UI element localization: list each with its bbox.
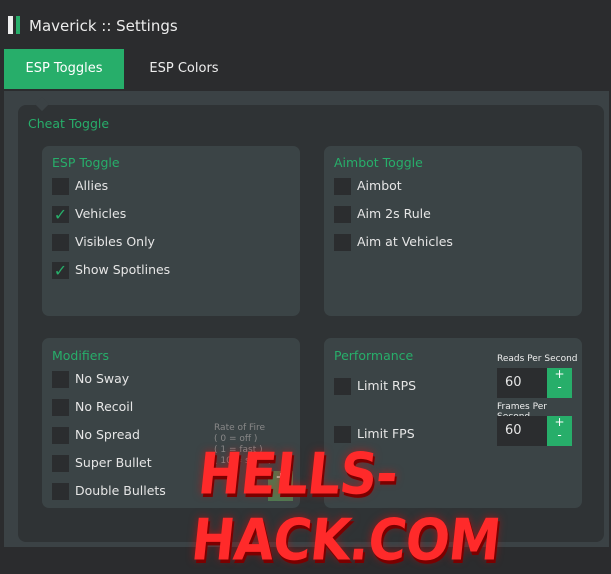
checkbox-no-spread[interactable]: No Spread — [52, 427, 140, 444]
check-icon[interactable]: ✓ — [52, 262, 69, 279]
checkbox-box[interactable] — [52, 371, 69, 388]
checkbox-label: Vehicles — [75, 206, 127, 221]
rate-of-fire-label: Rate of Fire — [214, 423, 266, 433]
group-title: Aimbot Toggle — [334, 155, 423, 170]
checkbox-label: Super Bullet — [75, 455, 152, 470]
checkbox-limit-fps[interactable]: Limit FPS — [334, 426, 415, 443]
group-title: Performance — [334, 348, 414, 363]
reads-per-second-input[interactable]: 60 — [497, 368, 547, 398]
logo-bar-green — [16, 16, 20, 34]
minus-icon[interactable]: - — [547, 381, 572, 394]
checkbox-box[interactable] — [334, 178, 351, 195]
checkbox-label: Show Spotlines — [75, 262, 171, 277]
checkbox-label: Limit RPS — [357, 378, 417, 393]
reads-per-second-label: Reads Per Second — [497, 354, 578, 364]
tab-esp-colors[interactable]: ESP Colors — [124, 49, 244, 89]
checkbox-box[interactable] — [52, 455, 69, 472]
checkbox-aimbot[interactable]: Aimbot — [334, 178, 402, 195]
watermark: HELLS-HACK.COM — [188, 442, 504, 574]
checkbox-aim-2s-rule[interactable]: Aim 2s Rule — [334, 206, 431, 223]
window-title: Maverick :: Settings — [29, 17, 178, 35]
checkbox-double-bullets[interactable]: Double Bullets — [52, 483, 166, 500]
checkbox-label: Double Bullets — [75, 483, 166, 498]
checkbox-super-bullet[interactable]: Super Bullet — [52, 455, 152, 472]
group-title: Modifiers — [52, 348, 110, 363]
esp-toggle-group: ESP Toggle Allies ✓ Vehicles Visibles Onl… — [42, 146, 300, 316]
checkbox-label: Aimbot — [357, 178, 402, 193]
checkbox-limit-rps[interactable]: Limit RPS — [334, 378, 416, 395]
reads-per-second-stepper[interactable]: + - — [547, 368, 572, 398]
section-title: Cheat Toggle — [28, 116, 110, 131]
checkbox-box[interactable] — [52, 234, 69, 251]
minus-icon[interactable]: - — [547, 429, 572, 442]
group-title: ESP Toggle — [52, 155, 120, 170]
checkbox-aim-at-vehicles[interactable]: Aim at Vehicles — [334, 234, 453, 251]
checkbox-label: Aim 2s Rule — [357, 206, 431, 221]
checkbox-show-spotlines[interactable]: ✓ Show Spotlines — [52, 262, 170, 279]
checkbox-label: Limit FPS — [357, 426, 415, 441]
logo-bar-white — [8, 16, 13, 34]
checkbox-label: Visibles Only — [75, 234, 155, 249]
check-icon[interactable]: ✓ — [52, 206, 69, 223]
checkbox-box[interactable] — [334, 378, 351, 395]
checkbox-label: No Recoil — [75, 399, 134, 414]
checkbox-box[interactable] — [52, 483, 69, 500]
checkbox-box[interactable] — [334, 234, 351, 251]
checkbox-box[interactable] — [52, 178, 69, 195]
checkbox-label: No Spread — [75, 427, 140, 442]
aimbot-toggle-group: Aimbot Toggle Aimbot Aim 2s Rule Aim at … — [324, 146, 582, 316]
checkbox-box[interactable] — [52, 399, 69, 416]
checkbox-no-recoil[interactable]: No Recoil — [52, 399, 133, 416]
checkbox-box[interactable] — [52, 427, 69, 444]
checkbox-no-sway[interactable]: No Sway — [52, 371, 129, 388]
checkbox-label: Allies — [75, 178, 109, 193]
checkbox-vehicles[interactable]: ✓ Vehicles — [52, 206, 126, 223]
checkbox-allies[interactable]: Allies — [52, 178, 108, 195]
checkbox-visibles-only[interactable]: Visibles Only — [52, 234, 155, 251]
checkbox-box[interactable] — [334, 206, 351, 223]
checkbox-box[interactable] — [334, 426, 351, 443]
checkbox-label: No Sway — [75, 371, 130, 386]
checkbox-label: Aim at Vehicles — [357, 234, 453, 249]
tab-esp-toggles[interactable]: ESP Toggles — [4, 49, 124, 89]
